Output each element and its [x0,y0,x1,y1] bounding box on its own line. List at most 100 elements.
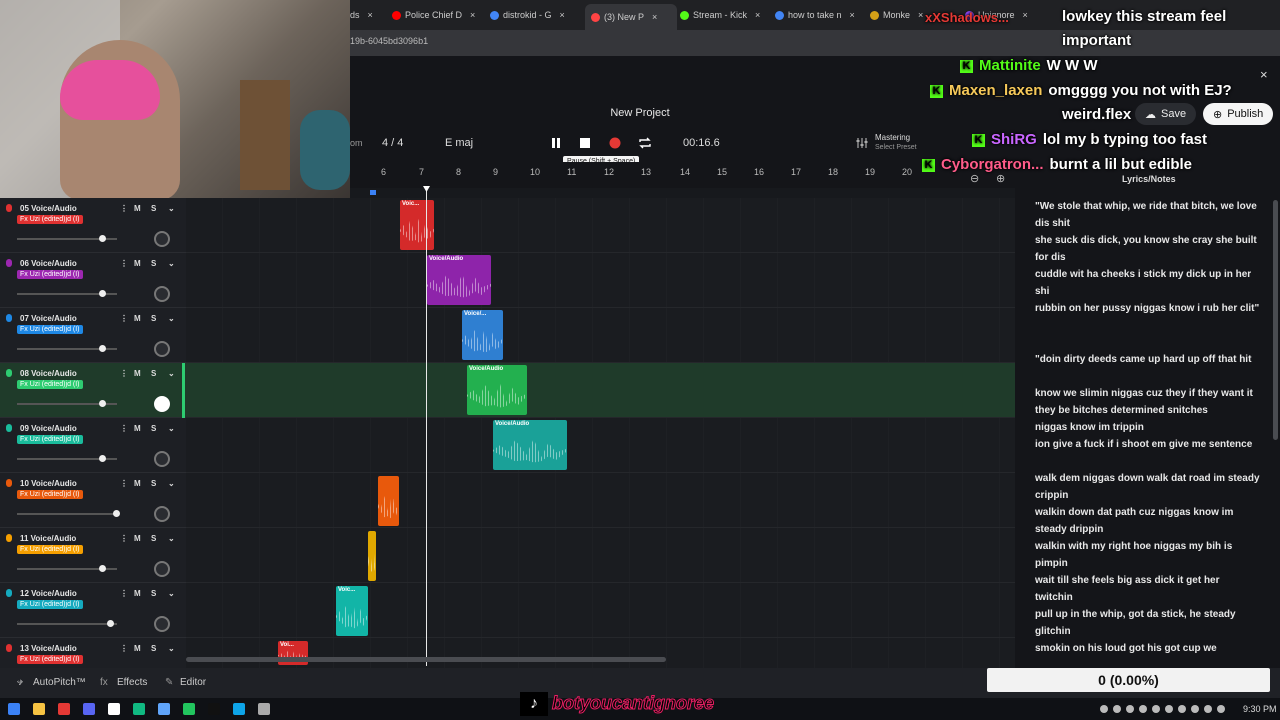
track-lane[interactable] [186,198,1015,253]
pause-button[interactable] [548,135,564,151]
track-lane[interactable] [186,363,1015,418]
loop-button[interactable] [637,135,653,151]
track-name[interactable]: 10 Voice/Audio [20,479,77,488]
solo-button[interactable]: S [151,314,156,323]
stop-button[interactable] [577,135,593,151]
pan-dial[interactable] [154,341,170,357]
volume-knob[interactable] [99,290,106,297]
solo-button[interactable]: S [151,259,156,268]
track-fx-badge[interactable]: Fx Uzi (edited)jd (I) [17,490,83,499]
more-icon[interactable]: ⋮ [120,589,128,598]
taskbar-app-icon[interactable] [83,703,95,715]
track-row[interactable]: 10 Voice/Audio Fx Uzi (edited)jd (I) ⋮ M S ⌄ [0,473,186,528]
track-name[interactable]: 06 Voice/Audio [20,259,77,268]
solo-button[interactable]: S [151,424,156,433]
audio-clip[interactable] [368,531,376,581]
tray-icon[interactable] [1178,705,1186,713]
chevron-down-icon[interactable]: ⌄ [168,204,175,213]
taskbar-app-icon[interactable] [33,703,45,715]
mute-button[interactable]: M [134,259,141,268]
zoom-in-icon[interactable]: ⊕ [996,172,1005,185]
volume-knob[interactable] [99,400,106,407]
tray-icon[interactable] [1204,705,1212,713]
tray-icon[interactable] [1126,705,1134,713]
editor-button[interactable]: Editor [180,677,206,688]
solo-button[interactable]: S [151,589,156,598]
mute-button[interactable]: M [134,204,141,213]
track-fx-badge[interactable]: Fx Uzi (edited)jd (I) [17,215,83,224]
mute-button[interactable]: M [134,369,141,378]
tab-close-icon[interactable]: × [918,10,923,20]
save-button[interactable]: ☁ Save [1135,103,1197,125]
lyrics-scrollbar[interactable] [1273,200,1278,440]
taskbar-app-icon[interactable] [233,703,245,715]
tray-icon[interactable] [1152,705,1160,713]
chevron-down-icon[interactable]: ⌄ [168,424,175,433]
volume-knob[interactable] [99,345,106,352]
chevron-down-icon[interactable]: ⌄ [168,589,175,598]
chevron-down-icon[interactable]: ⌄ [168,479,175,488]
playhead-handle[interactable] [423,186,430,192]
more-icon[interactable]: ⋮ [120,204,128,213]
chevron-down-icon[interactable]: ⌄ [168,314,175,323]
track-lane[interactable] [186,473,1015,528]
tab-close-icon[interactable]: × [560,10,565,20]
track-name[interactable]: 12 Voice/Audio [20,589,77,598]
tab-close-icon[interactable]: × [850,10,855,20]
taskbar-app-icon[interactable] [133,703,145,715]
more-icon[interactable]: ⋮ [120,259,128,268]
taskbar-app-icon[interactable] [158,703,170,715]
taskbar-app-icon[interactable] [183,703,195,715]
pan-dial[interactable] [154,231,170,247]
mute-button[interactable]: M [134,479,141,488]
mastering-preset[interactable]: Select Preset [875,144,917,151]
taskbar-app-icon[interactable] [8,703,20,715]
publish-button[interactable]: ⊕ Publish [1203,103,1274,125]
zoom-out-icon[interactable]: ⊖ [970,172,979,185]
solo-button[interactable]: S [151,644,156,653]
track-row[interactable]: 08 Voice/Audio Fx Uzi (edited)jd (I) ⋮ M S ⌄ [0,363,186,418]
more-icon[interactable]: ⋮ [120,534,128,543]
horizontal-scrollbar[interactable] [186,657,666,662]
tray-icon[interactable] [1113,705,1121,713]
mute-button[interactable]: M [134,534,141,543]
audio-clip[interactable]: Voice/Audio [493,420,567,470]
url-bar[interactable] [350,30,1280,56]
mastering-label[interactable]: Mastering [875,133,910,142]
browser-tab[interactable]: ds × [350,4,390,26]
more-icon[interactable]: ⋮ [120,644,128,653]
audio-clip[interactable]: Voice/Audio [427,255,491,305]
taskbar-app-icon[interactable] [258,703,270,715]
track-fx-badge[interactable]: Fx Uzi (edited)jd (I) [17,545,83,554]
pan-dial[interactable] [154,396,170,412]
pan-dial[interactable] [154,506,170,522]
tab-close-icon[interactable]: × [1023,10,1028,20]
close-icon[interactable]: × [1260,67,1268,82]
track-row[interactable]: 06 Voice/Audio Fx Uzi (edited)jd (I) ⋮ M S ⌄ [0,253,186,308]
solo-button[interactable]: S [151,479,156,488]
pan-dial[interactable] [154,451,170,467]
track-name[interactable]: 08 Voice/Audio [20,369,77,378]
chevron-down-icon[interactable]: ⌄ [168,259,175,268]
mute-button[interactable]: M [134,314,141,323]
audio-clip[interactable]: Voic... [400,200,434,250]
solo-button[interactable]: S [151,369,156,378]
volume-knob[interactable] [99,235,106,242]
key-selector[interactable]: E maj [445,137,473,149]
volume-knob[interactable] [113,510,120,517]
browser-tab[interactable]: (3) New P × [585,4,677,30]
volume-knob[interactable] [99,455,106,462]
track-name[interactable]: 05 Voice/Audio [20,204,77,213]
autopitch-button[interactable]: AutoPitch™ [33,677,86,688]
volume-knob[interactable] [99,565,106,572]
browser-tab[interactable]: Police Chief D × [392,4,484,26]
track-row[interactable]: 11 Voice/Audio Fx Uzi (edited)jd (I) ⋮ M S ⌄ [0,528,186,583]
tab-close-icon[interactable]: × [470,10,475,20]
pan-dial[interactable] [154,561,170,577]
chevron-down-icon[interactable]: ⌄ [168,534,175,543]
loop-marker[interactable] [370,190,376,195]
more-icon[interactable]: ⋮ [120,314,128,323]
chevron-down-icon[interactable]: ⌄ [168,644,175,653]
track-lane[interactable] [186,583,1015,638]
track-fx-badge[interactable]: Fx Uzi (edited)jd (I) [17,435,83,444]
